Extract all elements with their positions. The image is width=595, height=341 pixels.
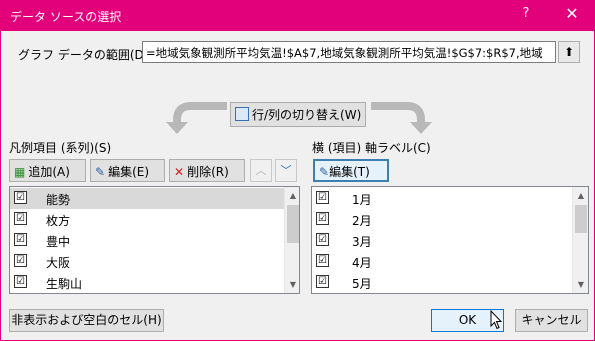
chart-data-range-label: グラフ データの範囲(D): <box>18 48 153 62</box>
delete-series-label: 削除(R) <box>187 165 229 179</box>
legend-entries-label: 凡例項目 (系列)(S) <box>9 141 112 155</box>
move-down-button[interactable]: ﹀ <box>275 159 297 182</box>
series-name: 豊中 <box>46 235 71 249</box>
legend-scrollbar[interactable]: ▲ ▼ <box>284 187 299 293</box>
curved-arrow-left-icon <box>166 102 227 134</box>
edit-series-label: 編集(E) <box>108 165 150 179</box>
edit-series-button[interactable]: ✎ 編集(E) <box>90 159 165 182</box>
help-button[interactable]: ? <box>516 6 536 21</box>
move-up-button[interactable]: ︿ <box>250 159 272 182</box>
curved-arrow-right-icon <box>371 102 432 134</box>
list-item[interactable]: ☑ 5月 <box>312 272 572 293</box>
add-icon: ▦ <box>14 165 26 179</box>
category-label: 2月 <box>352 214 372 228</box>
scroll-down-icon[interactable]: ▼ <box>285 276 299 293</box>
list-item[interactable]: ☑ 豊中 <box>10 230 284 251</box>
checkbox[interactable]: ☑ <box>14 212 27 225</box>
category-label: 3月 <box>352 235 372 249</box>
list-item[interactable]: ☑ 生駒山 <box>10 272 284 293</box>
chart-data-range-input[interactable]: =地域気象観測所平均気温!$A$7,地域気象観測所平均気温!$G$7:$R$7,… <box>142 41 556 63</box>
delete-series-button[interactable]: ✕ 削除(R) <box>169 159 245 182</box>
checkbox[interactable]: ☑ <box>316 191 329 204</box>
series-name: 枚方 <box>46 214 71 228</box>
list-item[interactable]: ☑ 2月 <box>312 209 572 230</box>
dialog-title: データ ソースの選択 <box>10 10 122 24</box>
list-item[interactable]: ☑ 大阪 <box>10 251 284 272</box>
edit-icon: ✎ <box>319 165 330 179</box>
scroll-down-icon[interactable]: ▼ <box>573 276 588 293</box>
checkbox[interactable]: ☑ <box>14 191 27 204</box>
cancel-button[interactable]: キャンセル <box>515 309 588 332</box>
scroll-thumb[interactable] <box>287 205 299 243</box>
scroll-up-icon[interactable]: ▲ <box>285 187 299 204</box>
series-name: 大阪 <box>46 256 71 270</box>
add-series-label: 追加(A) <box>28 165 70 179</box>
scroll-up-icon[interactable]: ▲ <box>573 187 588 204</box>
hidden-empty-cells-button[interactable]: 非表示および空白のセル(H) <box>9 309 164 332</box>
checkbox[interactable]: ☑ <box>316 275 329 288</box>
mouse-cursor-icon <box>490 310 502 330</box>
add-series-button[interactable]: ▦ 追加(A) <box>9 159 86 182</box>
checkbox[interactable]: ☑ <box>316 233 329 246</box>
series-name: 生駒山 <box>46 277 83 291</box>
collapse-range-button[interactable]: ⬆ <box>558 41 580 63</box>
category-label: 1月 <box>352 193 372 207</box>
axis-scrollbar[interactable]: ▲ ▼ <box>572 187 588 293</box>
select-data-source-dialog: データ ソースの選択 ? ✕ グラフ データの範囲(D): =地域気象観測所平均… <box>0 0 595 341</box>
checkbox[interactable]: ☑ <box>14 254 27 267</box>
axis-labels-list[interactable]: ☑ 1月 ☑ 2月 ☑ 3月 ☑ 4月 ☑ 5月 ▲ ▼ <box>311 186 589 294</box>
switch-row-column-icon <box>235 107 249 121</box>
scroll-thumb[interactable] <box>575 205 587 233</box>
list-item[interactable]: ☑ 3月 <box>312 230 572 251</box>
edit-axis-labels-button[interactable]: ✎編集(T) <box>313 159 389 182</box>
checkbox[interactable]: ☑ <box>316 212 329 225</box>
legend-entries-list[interactable]: ☑ 能勢 ☑ 枚方 ☑ 豊中 ☑ 大阪 ☑ 生駒山 ▲ ▼ <box>9 186 300 294</box>
checkbox[interactable]: ☑ <box>14 233 27 246</box>
switch-row-column-label: 行/列の切り替え(W) <box>252 108 362 122</box>
list-item[interactable]: ☑ 能勢 <box>10 188 284 209</box>
list-item[interactable]: ☑ 4月 <box>312 251 572 272</box>
series-name: 能勢 <box>46 193 71 207</box>
category-label: 4月 <box>352 256 372 270</box>
switch-row-column-button[interactable]: 行/列の切り替え(W) <box>230 102 366 127</box>
category-label: 5月 <box>352 277 372 291</box>
edit-axis-labels-label: 編集(T) <box>329 165 370 179</box>
checkbox[interactable]: ☑ <box>14 275 27 288</box>
checkbox[interactable]: ☑ <box>316 254 329 267</box>
list-item[interactable]: ☑ 枚方 <box>10 209 284 230</box>
close-button[interactable]: ✕ <box>561 4 583 23</box>
delete-icon: ✕ <box>174 165 185 179</box>
axis-labels-label: 横 (項目) 軸ラベル(C) <box>312 141 431 155</box>
edit-icon: ✎ <box>95 165 106 179</box>
title-bar: データ ソースの選択 ? ✕ <box>1 1 594 31</box>
list-item[interactable]: ☑ 1月 <box>312 188 572 209</box>
